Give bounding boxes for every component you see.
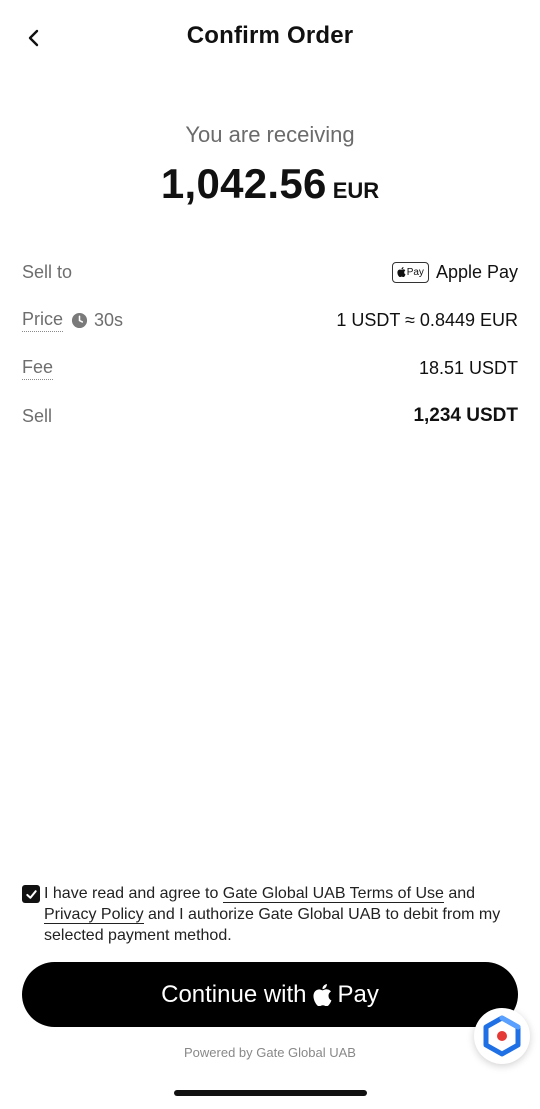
apple-pay-badge-text: Pay [406,266,424,278]
price-timer: 30s [71,310,123,331]
detail-row-sell: Sell 1,234 USDT [22,392,518,440]
terms-link[interactable]: Gate Global UAB Terms of Use [222,885,444,903]
detail-row-sell-to: Sell to Pay Apple Pay [22,248,518,296]
detail-label: Sell to [22,261,73,282]
receive-summary: You are receiving 1,042.56 EUR [0,122,540,208]
amount-row: 1,042.56 EUR [0,160,540,208]
home-indicator [174,1090,367,1096]
price-label-group: Price 30s [22,309,123,332]
price-timer-text: 30s [94,309,124,330]
apple-pay-badge: Pay [391,261,429,283]
price-label[interactable]: Price [22,309,64,332]
agreement: I have read and agree to Gate Global UAB… [22,883,522,946]
continue-apple-pay-button[interactable]: Continue with Pay [22,962,518,1027]
agreement-text-1: I have read and agree to [44,885,223,902]
support-button[interactable] [474,1008,530,1064]
price-value: 1 USDT ≈ 0.8449 EUR [336,309,518,330]
detail-row-fee: Fee 18.51 USDT [22,344,518,392]
fee-label[interactable]: Fee [22,357,54,380]
check-icon [25,889,37,899]
cta-label: Continue with [161,980,307,1008]
sell-label: Sell [22,405,53,426]
receive-amount: 1,042.56 [160,160,327,207]
agreement-text-2: and [443,885,476,902]
order-details: Sell to Pay Apple Pay Price 30s 1 USDT ≈… [22,248,518,440]
sell-value: 1,234 USDT [413,405,518,426]
agreement-text: I have read and agree to Gate Global UAB… [44,883,522,946]
apple-logo-icon [397,267,406,277]
header: Confirm Order [0,0,540,80]
apple-logo-icon [313,983,331,1006]
cta-pay-text: Pay [337,980,379,1008]
support-logo-icon [483,1015,521,1057]
powered-by: Powered by Gate Global UAB [184,1045,356,1060]
page-title: Confirm Order [186,22,354,49]
fee-value: 18.51 USDT [418,357,518,378]
receive-label: You are receiving [185,122,355,147]
sell-to-value: Apple Pay [435,261,518,282]
detail-value: Pay Apple Pay [391,261,518,283]
agreement-checkbox[interactable] [22,885,40,903]
privacy-link[interactable]: Privacy Policy [44,906,144,924]
receive-currency: EUR [332,178,380,203]
detail-row-price: Price 30s 1 USDT ≈ 0.8449 EUR [22,296,518,344]
clock-icon [71,312,88,328]
